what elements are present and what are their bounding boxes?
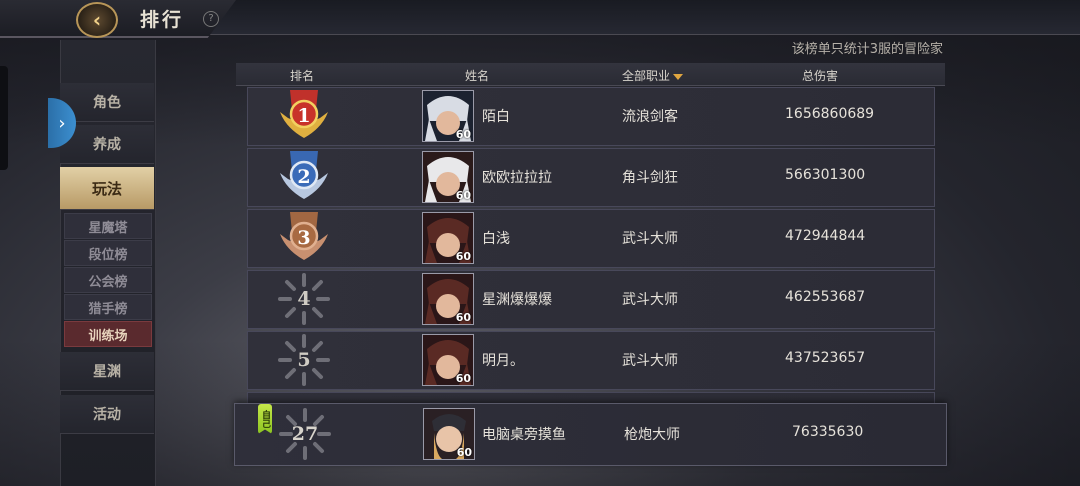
- sidebar-subitem-training[interactable]: 训练场: [64, 321, 152, 347]
- player-damage: 76335630: [792, 424, 864, 440]
- rank-number: 2: [297, 166, 311, 188]
- table-row[interactable]: 4 60 星渊爆爆爆 武斗大师 462553687: [247, 270, 935, 329]
- avatar[interactable]: 60: [422, 273, 474, 325]
- table-row[interactable]: 1 60 陌白 流浪剑客 1656860689: [247, 87, 935, 146]
- rank-badge: 27: [279, 408, 331, 460]
- back-arrow-icon[interactable]: ‹: [76, 2, 118, 38]
- sidebar-item-label: 活动: [93, 407, 121, 423]
- avatar[interactable]: 60: [422, 334, 474, 386]
- left-edge-handle: [0, 66, 8, 170]
- player-job: 枪炮大师: [624, 427, 680, 443]
- medal-icon: 1: [278, 90, 330, 142]
- rank-badge: 5: [278, 334, 330, 386]
- sidebar-subitem-label: 星魔塔: [88, 220, 128, 236]
- sidebar-item-label: 玩法: [91, 179, 122, 198]
- title-frame: [0, 0, 236, 38]
- table-row[interactable]: 2 60 欧欧拉拉拉 角斗剑狂 566301300: [247, 148, 935, 207]
- question-icon[interactable]: ?: [203, 11, 219, 27]
- medal-icon: 2: [278, 151, 330, 203]
- player-damage: 472944844: [785, 228, 866, 244]
- ranking-note: 该榜单只统计3服的冒险家: [791, 42, 943, 57]
- player-name: 白浅: [482, 231, 510, 247]
- sidebar-item-label: 角色: [93, 95, 121, 111]
- sidebar-item-label: 养成: [93, 137, 121, 153]
- rank-number: 5: [297, 349, 311, 371]
- level-label: 60: [455, 128, 471, 141]
- player-job: 武斗大师: [622, 231, 678, 247]
- player-name: 陌白: [482, 109, 510, 125]
- avatar[interactable]: 60: [423, 408, 475, 460]
- column-job: 全部职业: [622, 69, 671, 83]
- level-label: 60: [455, 189, 471, 202]
- job-filter-dropdown[interactable]: 全部职业: [622, 67, 684, 84]
- player-damage: 462553687: [785, 289, 866, 305]
- level-label: 60: [456, 446, 472, 459]
- player-job: 武斗大师: [622, 353, 678, 369]
- player-damage: 437523657: [785, 350, 866, 366]
- sidebar-item-events[interactable]: 活动: [60, 395, 154, 434]
- rank-badge: 4: [278, 273, 330, 325]
- rank-number: 4: [297, 288, 311, 310]
- rank-number: 1: [297, 105, 311, 127]
- player-job: 角斗剑狂: [622, 170, 678, 186]
- avatar[interactable]: 60: [422, 212, 474, 264]
- self-rank-row[interactable]: 27 60 电脑桌旁摸鱼 枪炮大师 76335630: [234, 403, 947, 466]
- level-label: 60: [455, 250, 471, 263]
- player-job: 武斗大师: [622, 292, 678, 308]
- medal-icon: 3: [278, 212, 330, 264]
- rank-number: 3: [297, 227, 311, 249]
- column-damage: 总伤害: [802, 69, 839, 83]
- player-job: 流浪剑客: [622, 109, 678, 125]
- sidebar-subitem-hunter-board[interactable]: 猎手榜: [64, 294, 152, 320]
- sidebar-subitem-label: 公会榜: [88, 274, 128, 290]
- avatar[interactable]: 60: [422, 90, 474, 142]
- rank-number: 27: [291, 423, 319, 445]
- sidebar-subitem-guild-board[interactable]: 公会榜: [64, 267, 152, 293]
- page-title: 排行: [140, 9, 185, 31]
- sidebar-item-gameplay[interactable]: 玩法: [60, 167, 154, 210]
- sidebar-subitem-label: 训练场: [88, 328, 128, 344]
- player-damage: 566301300: [785, 167, 866, 183]
- player-damage: 1656860689: [785, 106, 875, 122]
- table-row[interactable]: 5 60 明月。 武斗大师 437523657: [247, 331, 935, 390]
- player-name: 电脑桌旁摸鱼: [482, 427, 566, 443]
- level-label: 60: [455, 372, 471, 385]
- avatar[interactable]: 60: [422, 151, 474, 203]
- column-rank: 排名: [290, 69, 315, 83]
- table-row[interactable]: 3 60 白浅 武斗大师 472944844: [247, 209, 935, 268]
- player-name: 星渊爆爆爆: [482, 292, 552, 308]
- dropdown-arrow-icon: [673, 73, 684, 80]
- player-name: 明月。: [482, 353, 524, 369]
- player-name: 欧欧拉拉拉: [482, 170, 552, 186]
- table-header: 排名 姓名 全部职业 总伤害: [236, 63, 945, 86]
- column-name: 姓名: [465, 69, 490, 83]
- sidebar-subitem-star-tower[interactable]: 星魔塔: [64, 213, 152, 239]
- sidebar-item-label: 星渊: [93, 364, 121, 380]
- self-tag: 自己: [258, 404, 272, 434]
- sidebar-subitem-tier-board[interactable]: 段位榜: [64, 240, 152, 266]
- sidebar-subitem-label: 段位榜: [88, 247, 128, 263]
- sidebar-subitem-label: 猎手榜: [88, 301, 128, 317]
- level-label: 60: [455, 311, 471, 324]
- sidebar-item-abyss[interactable]: 星渊: [60, 352, 154, 391]
